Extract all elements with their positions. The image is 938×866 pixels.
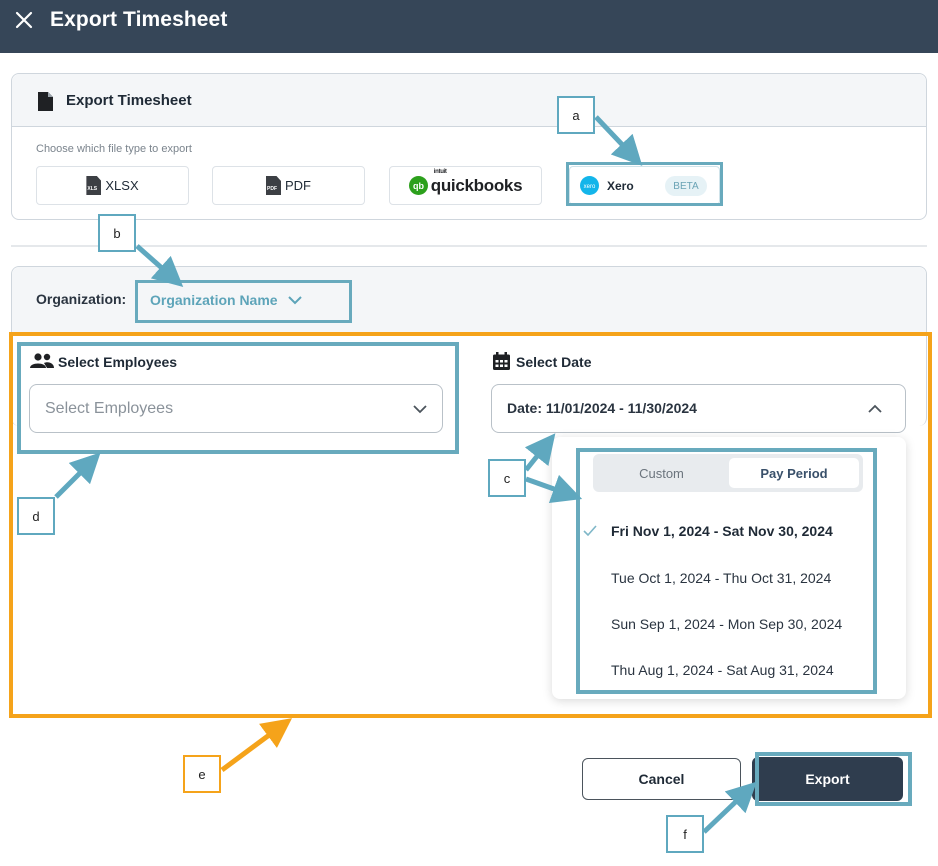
annotation-label-c: c xyxy=(488,459,526,497)
arrow-c-up xyxy=(524,433,556,472)
annotation-label-b: b xyxy=(98,214,136,252)
arrow-c-right xyxy=(525,474,583,504)
arrow-d xyxy=(54,452,101,499)
annotation-label-d: d xyxy=(17,497,55,535)
annotation-label-f: f xyxy=(666,815,704,853)
arrow-e xyxy=(220,718,293,773)
annotation-label-e: e xyxy=(183,755,221,793)
annotation-arrows xyxy=(54,115,757,834)
annotation-label-a: a xyxy=(557,96,595,134)
arrow-a xyxy=(594,115,643,166)
arrow-f xyxy=(702,781,757,834)
arrow-b xyxy=(135,244,184,287)
